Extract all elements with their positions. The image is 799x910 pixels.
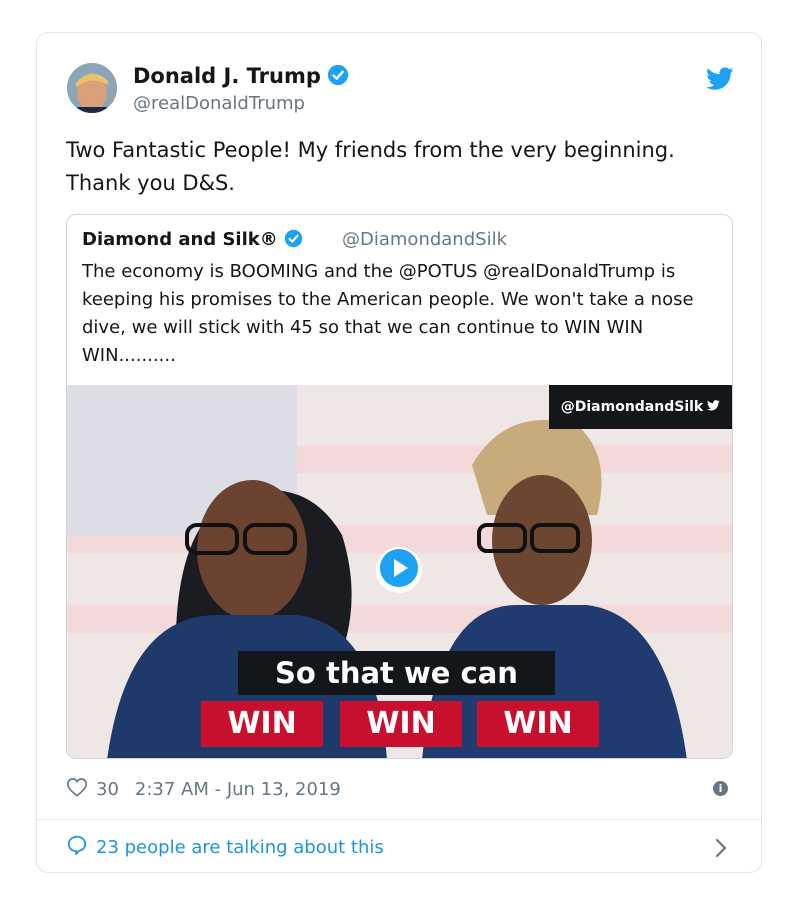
video-handle-text: @DiamondandSilk (560, 399, 704, 415)
info-icon[interactable]: i (713, 781, 728, 796)
video-handle-banner: @DiamondandSilk (549, 385, 732, 429)
avatar[interactable] (67, 63, 117, 113)
verified-badge-icon (284, 229, 303, 253)
timestamp[interactable]: 2:37 AM - Jun 13, 2019 (135, 779, 341, 800)
quoted-tweet-text: The economy is BOOMING and the @POTUS @r… (82, 261, 694, 366)
twitter-bird-icon[interactable] (706, 67, 734, 95)
like-count[interactable]: 30 (96, 779, 119, 800)
divider (37, 819, 761, 820)
win-label: WIN (340, 701, 462, 747)
play-icon (376, 545, 422, 595)
video-caption: So that we can (238, 651, 555, 695)
talking-link-text: 23 people are talking about this (96, 837, 384, 858)
tweet-meta: 30 2:37 AM - Jun 13, 2019 (66, 777, 341, 802)
tweet-text: Two Fantastic People! My friends from th… (66, 138, 675, 195)
heart-icon[interactable] (66, 777, 88, 802)
play-button[interactable] (376, 547, 422, 593)
verified-badge-icon (327, 64, 349, 91)
twitter-bird-icon (707, 399, 721, 415)
quoted-author-handle: @DiamondandSilk (342, 229, 507, 250)
win-label: WIN (201, 701, 323, 747)
author-name-text: Donald J. Trump (133, 64, 321, 88)
quoted-author-name: Diamond and Silk® (82, 229, 303, 253)
chevron-right-icon[interactable] (715, 838, 727, 862)
quoted-author-name-text: Diamond and Silk® (82, 229, 278, 250)
author-name[interactable]: Donald J. Trump (133, 64, 349, 91)
video-thumbnail[interactable]: @DiamondandSilk So that we can WIN WIN W… (67, 385, 732, 758)
author-handle[interactable]: @realDonaldTrump (133, 93, 305, 114)
reply-bubble-icon (66, 834, 88, 861)
tweet-card[interactable]: Donald J. Trump @realDonaldTrump Two Fan… (36, 32, 762, 873)
win-label: WIN (477, 701, 599, 747)
quoted-tweet[interactable]: Diamond and Silk® @DiamondandSilk The ec… (66, 214, 733, 759)
talking-link[interactable]: 23 people are talking about this (66, 834, 384, 861)
